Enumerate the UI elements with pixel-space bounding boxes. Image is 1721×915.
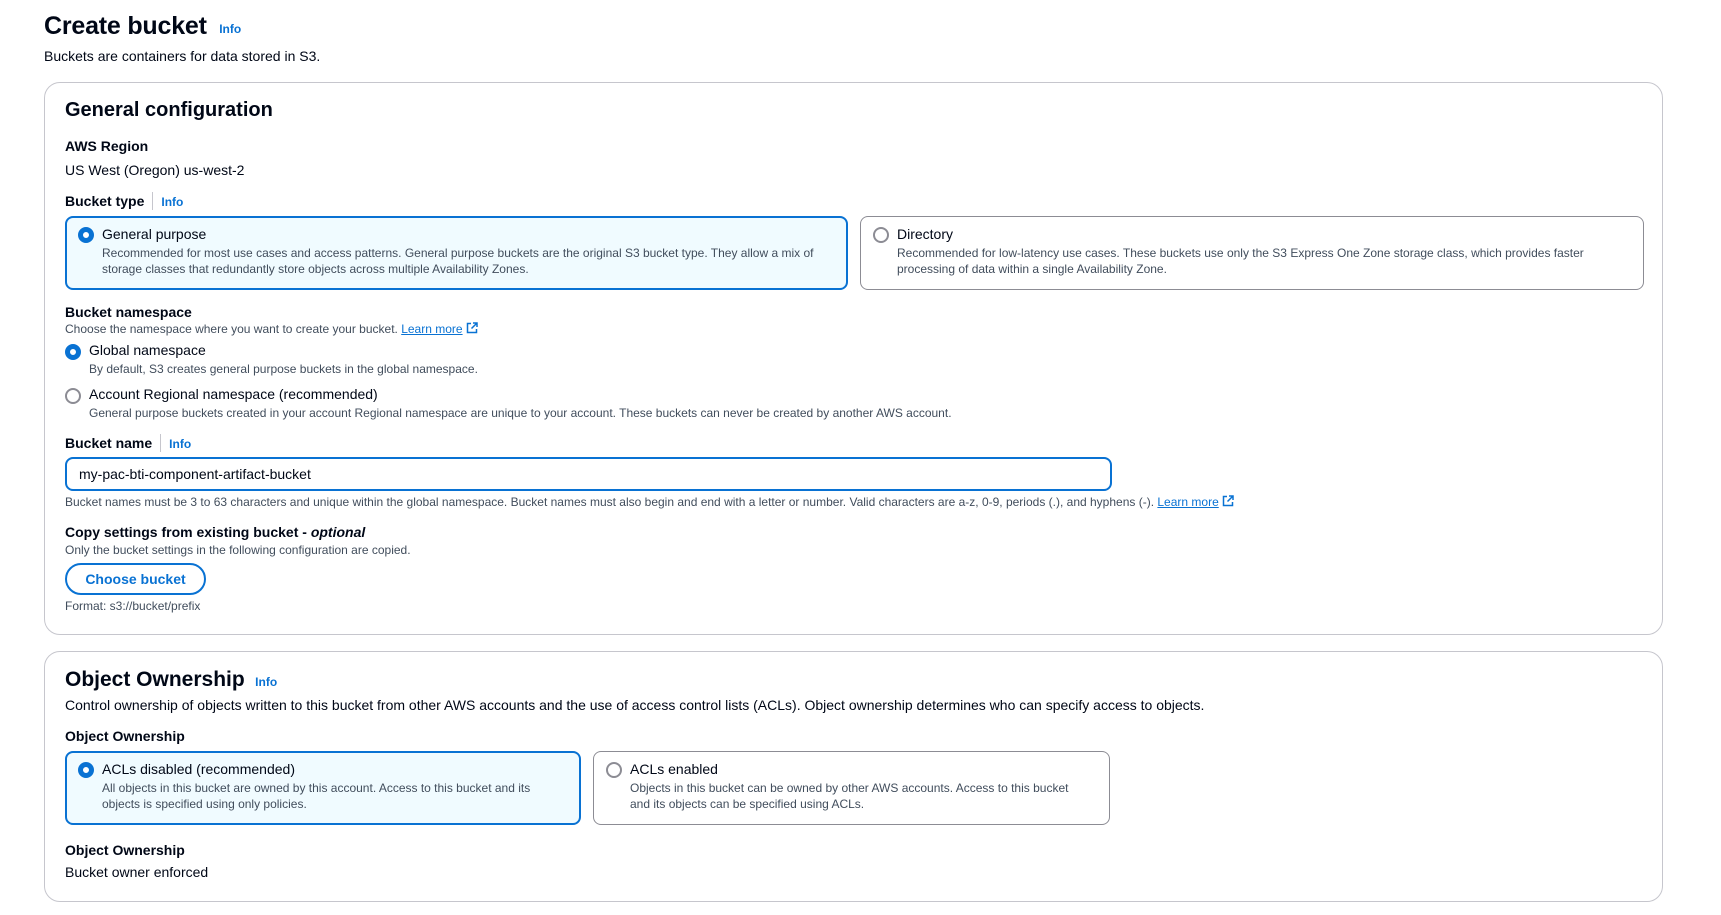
aws-region-value: US West (Oregon) us-west-2 xyxy=(65,162,245,178)
bucket-format-hint: Format: s3://bucket/prefix xyxy=(65,599,201,613)
bucket-namespace-description-row: Choose the namespace where you want to c… xyxy=(65,322,478,336)
bucket-type-general-purpose-tile[interactable]: General purpose Recommended for most use… xyxy=(65,216,848,290)
copy-settings-description: Only the bucket settings in the followin… xyxy=(65,543,411,557)
global-namespace-radio[interactable] xyxy=(65,344,81,360)
external-link-icon xyxy=(1222,495,1234,507)
general-purpose-label: General purpose xyxy=(102,226,207,242)
account-regional-namespace-label: Account Regional namespace (recommended) xyxy=(89,386,378,402)
bucket-name-input[interactable] xyxy=(65,457,1112,491)
bucket-name-info-link[interactable]: Info xyxy=(169,437,191,451)
directory-label: Directory xyxy=(897,226,954,242)
acls-disabled-radio[interactable] xyxy=(78,762,94,778)
object-ownership-title: Object Ownership xyxy=(65,668,245,691)
bucket-name-constraint-row: Bucket names must be 3 to 63 characters … xyxy=(65,495,1234,509)
object-ownership-title-row: Object Ownership Info xyxy=(65,668,277,692)
object-ownership-panel: Object Ownership Info Control ownership … xyxy=(44,651,1663,902)
bucket-type-info-link[interactable]: Info xyxy=(161,195,183,209)
create-bucket-page: Create bucket Info Buckets are container… xyxy=(0,0,1721,915)
general-configuration-panel: General configuration AWS Region US West… xyxy=(44,82,1663,635)
bucket-name-learn-more-link[interactable]: Learn more xyxy=(1157,495,1218,509)
directory-radio[interactable] xyxy=(873,227,889,243)
global-namespace-label: Global namespace xyxy=(89,342,206,358)
acls-enabled-description: Objects in this bucket can be owned by o… xyxy=(630,781,1069,811)
page-description: Buckets are containers for data stored i… xyxy=(44,48,321,64)
acls-disabled-label: ACLs disabled (recommended) xyxy=(102,761,295,777)
copy-settings-optional: optional xyxy=(310,524,366,540)
bucket-type-directory-tile[interactable]: Directory Recommended for low-latency us… xyxy=(860,216,1644,290)
account-regional-namespace-radio[interactable] xyxy=(65,388,81,404)
acls-enabled-tile[interactable]: ACLs enabled Objects in this bucket can … xyxy=(593,751,1110,825)
page-title: Create bucket xyxy=(44,12,207,40)
copy-settings-label-text: Copy settings from existing bucket - xyxy=(65,524,311,540)
acls-enabled-radio[interactable] xyxy=(606,762,622,778)
copy-settings-label: Copy settings from existing bucket - opt… xyxy=(65,524,365,540)
bucket-name-label: Bucket name xyxy=(65,435,153,452)
bucket-name-label-row: Bucket name Info xyxy=(65,434,191,453)
directory-description: Recommended for low-latency use cases. T… xyxy=(897,246,1584,276)
bucket-name-constraint: Bucket names must be 3 to 63 characters … xyxy=(65,495,1155,509)
object-ownership-result-value: Bucket owner enforced xyxy=(65,864,209,880)
global-namespace-description: By default, S3 creates general purpose b… xyxy=(89,362,478,376)
bucket-type-label-row: Bucket type Info xyxy=(65,192,183,211)
object-ownership-description: Control ownership of objects written to … xyxy=(65,697,1205,713)
page-header: Create bucket Info xyxy=(44,12,241,41)
bucket-namespace-description: Choose the namespace where you want to c… xyxy=(65,322,398,336)
external-link-icon xyxy=(466,322,478,334)
account-regional-namespace-description: General purpose buckets created in your … xyxy=(89,406,952,420)
acls-enabled-label: ACLs enabled xyxy=(630,761,718,777)
general-purpose-description: Recommended for most use cases and acces… xyxy=(102,246,814,276)
object-ownership-result-label: Object Ownership xyxy=(65,842,185,858)
bucket-type-label: Bucket type xyxy=(65,193,145,210)
general-purpose-radio[interactable] xyxy=(78,227,94,243)
acls-disabled-tile[interactable]: ACLs disabled (recommended) All objects … xyxy=(65,751,581,825)
aws-region-label: AWS Region xyxy=(65,138,149,154)
choose-bucket-button[interactable]: Choose bucket xyxy=(65,563,206,595)
page-info-link[interactable]: Info xyxy=(219,22,241,36)
label-divider xyxy=(160,434,162,452)
general-configuration-title: General configuration xyxy=(65,99,273,121)
acls-disabled-description: All objects in this bucket are owned by … xyxy=(102,781,531,811)
namespace-learn-more-link[interactable]: Learn more xyxy=(401,322,462,336)
object-ownership-info-link[interactable]: Info xyxy=(255,675,277,689)
object-ownership-field-label: Object Ownership xyxy=(65,728,185,744)
bucket-namespace-label: Bucket namespace xyxy=(65,304,192,320)
label-divider xyxy=(152,192,154,210)
